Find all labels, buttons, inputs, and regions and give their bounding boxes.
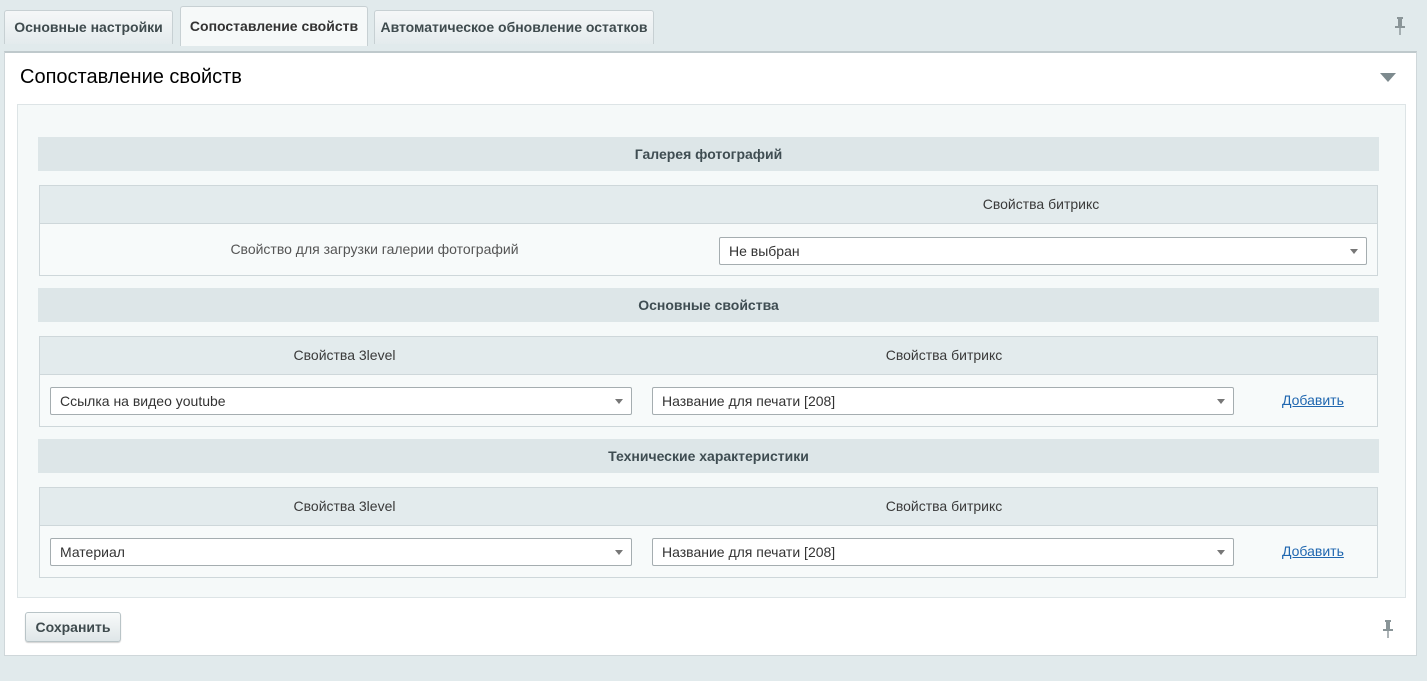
bitrix-property-select[interactable]: Название для печати [208] (652, 538, 1234, 566)
column-header-bitrix: Свойства битрикс (885, 498, 1003, 514)
table-row: Материал Название для печати [208] Добав… (40, 526, 1377, 578)
3level-property-select[interactable]: Ссылка на видео youtube (50, 387, 632, 415)
section-tech-title: Технические характеристики (38, 439, 1379, 473)
select-value: Название для печати [208] (662, 393, 836, 409)
select-value: Ссылка на видео youtube (60, 393, 226, 409)
tech-properties-table: Свойства 3level Свойства битрикс Материа… (39, 487, 1378, 578)
dropdown-arrow-icon (1350, 249, 1358, 254)
table-row: Ссылка на видео youtube Название для печ… (40, 375, 1377, 427)
gallery-table: Свойства битрикс Свойство для загрузки г… (39, 185, 1378, 276)
pin-icon[interactable] (1394, 17, 1406, 35)
select-value: Не выбран (729, 243, 800, 259)
section-gallery-title: Галерея фотографий (38, 137, 1379, 171)
column-header-3level: Свойства 3level (293, 347, 396, 363)
tab-label: Автоматическое обновление остатков (380, 19, 648, 35)
tab-label: Основные настройки (14, 19, 163, 35)
save-button[interactable]: Сохранить (25, 612, 121, 642)
tab-basic-settings[interactable]: Основные настройки (4, 10, 173, 44)
section-basic-title: Основные свойства (38, 288, 1379, 322)
gallery-property-label: Свойство для загрузки галерии фотографий (230, 241, 519, 257)
select-value: Материал (60, 544, 125, 560)
pin-icon[interactable] (1382, 620, 1394, 638)
panel-title: Сопоставление свойств (20, 66, 242, 88)
basic-properties-table: Свойства 3level Свойства битрикс Ссылка … (39, 336, 1378, 427)
select-value: Название для печати [208] (662, 544, 836, 560)
dropdown-arrow-icon (1217, 399, 1225, 404)
table-row: Свойство для загрузки галерии фотографий… (40, 224, 1377, 276)
gallery-property-select[interactable]: Не выбран (719, 237, 1367, 265)
column-header-bitrix: Свойства битрикс (982, 196, 1100, 212)
bitrix-property-select[interactable]: Название для печати [208] (652, 387, 1234, 415)
dropdown-arrow-icon (615, 550, 623, 555)
panel-body: Галерея фотографий Свойства битрикс Свой… (17, 104, 1406, 598)
dropdown-arrow-icon (615, 399, 623, 404)
tab-label: Сопоставление свойств (189, 18, 359, 34)
settings-panel: Сопоставление свойств Галерея фотографий… (4, 51, 1417, 656)
table-header: Свойства 3level Свойства битрикс (40, 488, 1377, 526)
table-header: Свойства 3level Свойства битрикс (40, 337, 1377, 375)
3level-property-select[interactable]: Материал (50, 538, 632, 566)
column-header-bitrix: Свойства битрикс (885, 347, 1003, 363)
add-mapping-link[interactable]: Добавить (1282, 392, 1344, 408)
add-mapping-link[interactable]: Добавить (1282, 543, 1344, 559)
tab-property-mapping[interactable]: Сопоставление свойств (180, 6, 368, 46)
column-header-3level: Свойства 3level (293, 498, 396, 514)
tab-auto-stock-update[interactable]: Автоматическое обновление остатков (374, 10, 654, 44)
chevron-down-icon[interactable] (1380, 73, 1396, 82)
table-header: Свойства битрикс (40, 186, 1377, 224)
dropdown-arrow-icon (1217, 550, 1225, 555)
